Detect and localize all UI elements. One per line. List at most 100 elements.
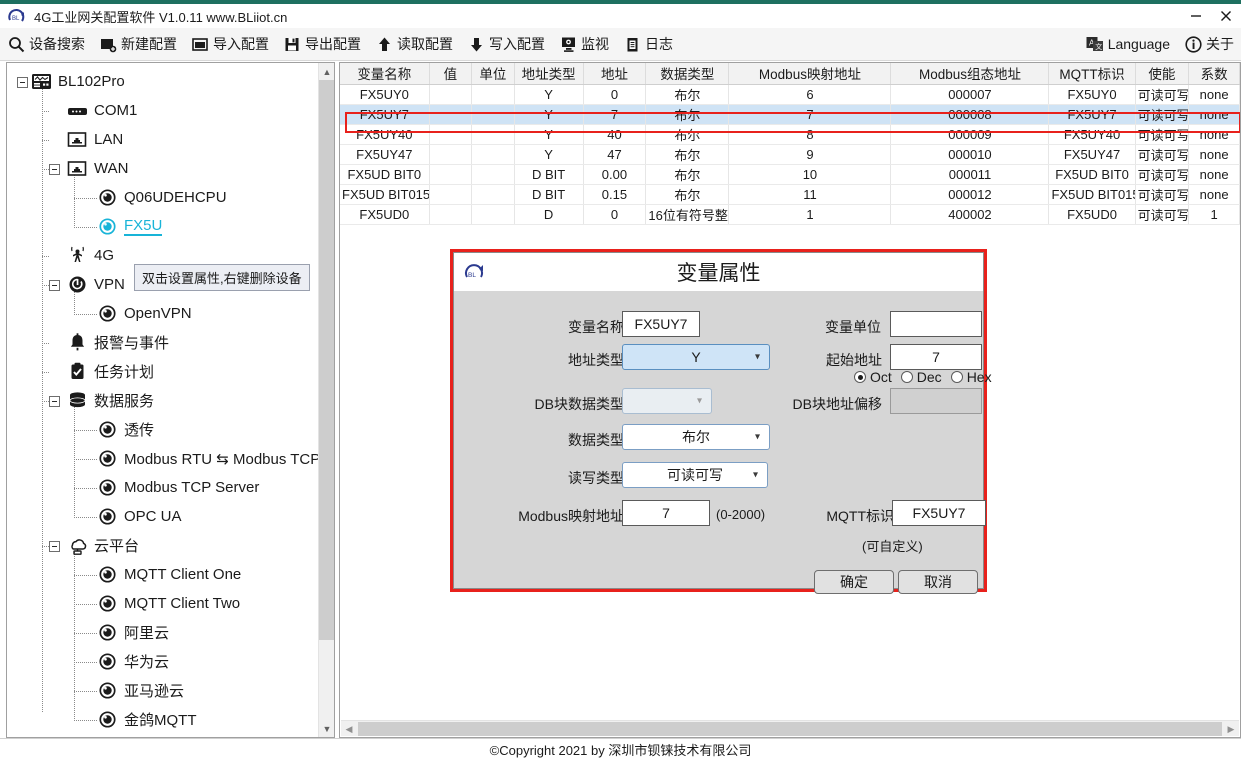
toolbar-monitor[interactable]: 监视 [552, 28, 616, 61]
table-cell[interactable]: 000008 [890, 104, 1050, 125]
table-cell[interactable]: 布尔 [645, 184, 730, 205]
tree-node-lan[interactable]: LAN [67, 125, 123, 154]
db-data-type-select[interactable]: ▾ [622, 388, 712, 414]
table-cell[interactable]: 7 [728, 104, 892, 125]
table-row[interactable]: FX5UD BIT0 D BIT 0.00 布尔 10 000011 FX5UD BIT0 可… [340, 164, 1240, 185]
tree-node-com1[interactable]: COM1 [67, 96, 137, 125]
table-column-header[interactable]: 地址 [583, 63, 647, 85]
table-cell[interactable]: 布尔 [645, 144, 730, 165]
table-cell[interactable]: FX5UY40 [1048, 124, 1136, 145]
tree-node-openvpn[interactable]: OpenVPN [97, 299, 192, 328]
table-cell[interactable] [429, 184, 473, 205]
table-column-header[interactable]: 使能 [1135, 63, 1190, 85]
table-cell[interactable]: 可读可写 [1135, 164, 1190, 185]
table-cell[interactable]: 8 [728, 124, 892, 145]
toolbar-log[interactable]: 日志 [616, 28, 680, 61]
radio-dec[interactable]: Dec [900, 369, 942, 385]
toolbar-language[interactable]: A文 Language [1079, 28, 1177, 61]
table-column-header[interactable]: 系数 [1188, 63, 1240, 85]
table-cell[interactable]: 0.00 [583, 164, 647, 185]
table-cell[interactable]: 可读可写 [1135, 124, 1190, 145]
tree-node-[interactable]: 阿里云 [97, 618, 169, 647]
table-column-header[interactable]: 变量名称 [340, 63, 430, 85]
tree-node-[interactable]: 云平台 [67, 531, 139, 560]
table-cell[interactable]: Y [514, 144, 584, 165]
tree-node-mqtt-client-one[interactable]: MQTT Client One [97, 560, 241, 589]
data-type-select[interactable]: 布尔 ▾ [622, 424, 770, 450]
table-column-header[interactable]: MQTT标识 [1048, 63, 1136, 85]
tree-expander-collapse-icon[interactable] [49, 541, 60, 552]
table-column-header[interactable]: Modbus映射地址 [728, 63, 892, 85]
table-cell[interactable]: 可读可写 [1135, 184, 1190, 205]
table-cell[interactable]: 布尔 [645, 124, 730, 145]
table-cell[interactable]: 000010 [890, 144, 1050, 165]
table-cell[interactable]: 000012 [890, 184, 1050, 205]
table-cell[interactable]: 1 [1188, 204, 1240, 225]
table-cell[interactable]: FX5UY40 [340, 124, 430, 145]
table-cell[interactable]: FX5UY7 [340, 104, 430, 125]
table-cell[interactable]: 布尔 [645, 84, 730, 105]
table-cell[interactable]: 000007 [890, 84, 1050, 105]
scroll-right-arrow[interactable]: ▶ [1223, 721, 1239, 737]
scroll-up-arrow[interactable]: ▲ [319, 63, 334, 80]
table-cell[interactable] [471, 124, 515, 145]
table-cell[interactable]: Y [514, 124, 584, 145]
tree-expander-collapse-icon[interactable] [49, 280, 60, 291]
table-cell[interactable]: FX5UD0 [340, 204, 430, 225]
table-row[interactable]: FX5UD BIT015 D BIT 0.15 布尔 11 000012 FX5UD BIT… [340, 184, 1240, 205]
tree-node-[interactable]: 任务计划 [67, 357, 154, 386]
tree-node-fx5u[interactable]: FX5U [97, 212, 163, 241]
table-cell[interactable] [429, 164, 473, 185]
table-cell[interactable]: 可读可写 [1135, 84, 1190, 105]
table-row[interactable]: FX5UD0D016位有符号整型1400002FX5UD0可读可写1 [340, 204, 1240, 225]
tree-node-modbus-rtu-modbus-tcp[interactable]: Modbus RTU ⇆ Modbus TCP [97, 444, 319, 473]
ok-button[interactable]: 确定 [814, 570, 894, 594]
scroll-down-arrow[interactable]: ▼ [319, 720, 334, 737]
scroll-left-arrow[interactable]: ◀ [341, 721, 357, 737]
table-cell[interactable]: 1 [728, 204, 892, 225]
tree-node-wan[interactable]: WAN [67, 154, 128, 183]
toolbar-new-config[interactable]: 新建配置 [92, 28, 184, 61]
scroll-thumb[interactable] [319, 80, 334, 640]
table-cell[interactable]: Y [514, 104, 584, 125]
table-cell[interactable]: 可读可写 [1135, 104, 1190, 125]
table-cell[interactable]: 47 [583, 144, 647, 165]
table-cell[interactable]: Y [514, 84, 584, 105]
table-column-header[interactable]: 值 [429, 63, 473, 85]
table-cell[interactable]: 可读可写 [1135, 204, 1190, 225]
table-cell[interactable]: FX5UD BIT015 [1048, 184, 1136, 205]
toolbar-export-config[interactable]: 导出配置 [276, 28, 368, 61]
hscroll-thumb[interactable] [358, 722, 1222, 736]
table-cell[interactable]: FX5UD BIT0 [340, 164, 430, 185]
table-cell[interactable]: none [1188, 84, 1240, 105]
table-cell[interactable]: D BIT [514, 184, 584, 205]
device-tree[interactable]: BL102Pro COM1 LAN WAN Q06UDEHCPU FX5U 4G VPN Ope… [7, 63, 319, 737]
tree-node-bl102pro[interactable]: BL102Pro [31, 67, 125, 96]
tree-node-opc-ua[interactable]: OPC UA [97, 502, 182, 531]
table-cell[interactable]: 布尔 [645, 104, 730, 125]
tree-node-4g[interactable]: 4G [67, 241, 114, 270]
cancel-button[interactable]: 取消 [898, 570, 978, 594]
tree-expander-collapse-icon[interactable] [49, 164, 60, 175]
table-cell[interactable]: FX5UY0 [340, 84, 430, 105]
table-cell[interactable]: 000009 [890, 124, 1050, 145]
mqtt-id-input[interactable]: FX5UY7 [892, 500, 986, 526]
table-cell[interactable]: 0 [583, 204, 647, 225]
toolbar-write-config[interactable]: 写入配置 [460, 28, 552, 61]
modbus-map-input[interactable]: 7 [622, 500, 710, 526]
table-row[interactable]: FX5UY7 Y 7 布尔 7 000008 FX5UY7 可读可写 none [340, 104, 1240, 125]
table-cell[interactable] [471, 204, 515, 225]
var-name-input[interactable]: FX5UY7 [622, 311, 700, 337]
table-cell[interactable]: 000011 [890, 164, 1050, 185]
table-cell[interactable] [429, 204, 473, 225]
table-cell[interactable]: FX5UD BIT015 [340, 184, 430, 205]
table-cell[interactable]: 布尔 [645, 164, 730, 185]
table-cell[interactable]: 可读可写 [1135, 144, 1190, 165]
table-cell[interactable]: 16位有符号整型 [645, 204, 730, 225]
table-cell[interactable]: FX5UY47 [340, 144, 430, 165]
table-cell[interactable]: D BIT [514, 164, 584, 185]
table-cell[interactable]: none [1188, 124, 1240, 145]
tree-node-[interactable]: 亚马逊云 [97, 676, 184, 705]
radix-radio-group[interactable]: Oct Dec Hex [854, 369, 1001, 385]
db-offset-input[interactable] [890, 388, 982, 414]
